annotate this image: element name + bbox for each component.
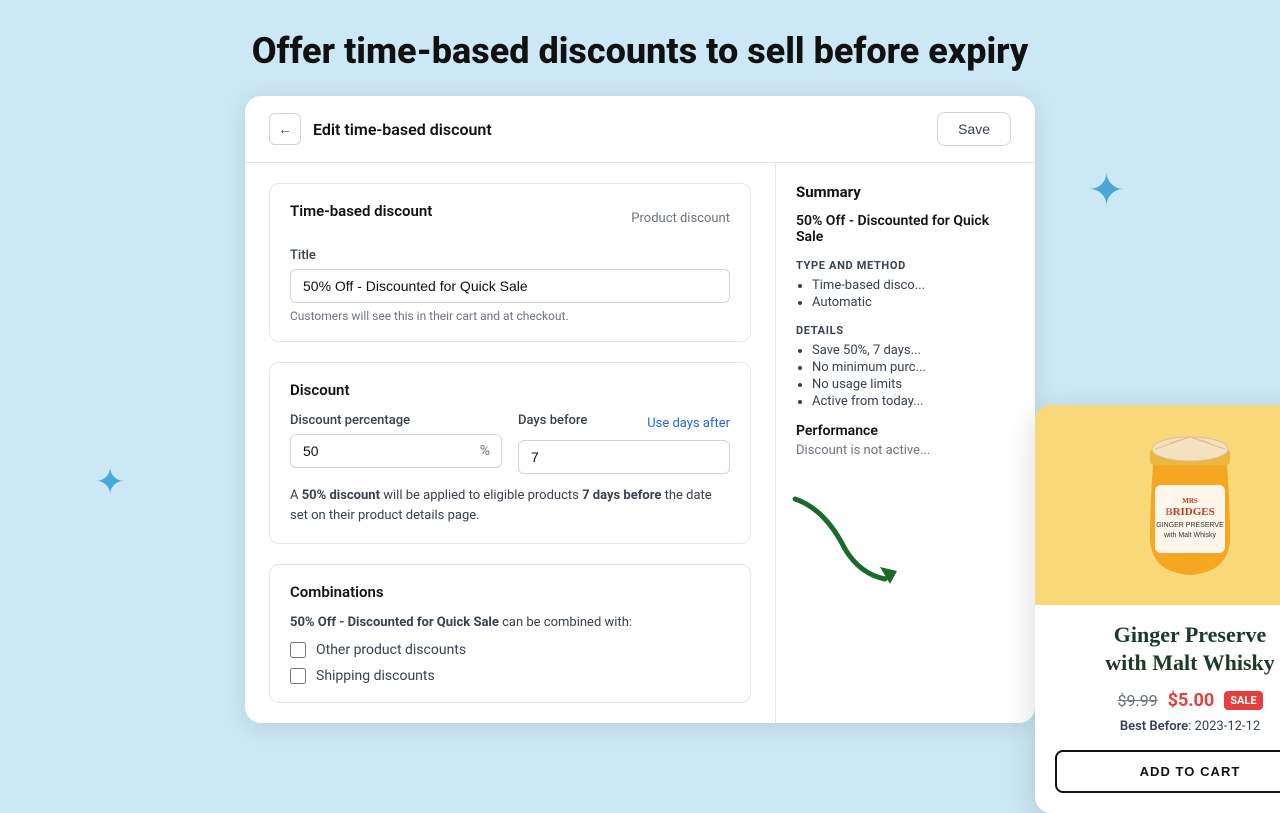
star-decoration-right: ✦ (1088, 168, 1125, 212)
checkbox-other-product: Other product discounts (290, 642, 730, 658)
summary-type-item-1: Automatic (812, 295, 1015, 310)
popup-original-price: $9.99 (1117, 691, 1157, 710)
combinations-desc: 50% Off - Discounted for Quick Sale can … (290, 615, 730, 630)
checkbox-other-product-label: Other product discounts (316, 642, 466, 658)
desc-bold2: 7 days before (582, 488, 661, 503)
star-decoration-left: ✦ (95, 464, 125, 500)
time-based-discount-section: Time-based discount Product discount Tit… (269, 183, 751, 342)
page-heading: Offer time-based discounts to sell befor… (0, 0, 1280, 96)
summary-details-label: DETAILS (796, 324, 1015, 337)
left-panel: Time-based discount Product discount Tit… (245, 163, 775, 723)
card-body: Time-based discount Product discount Tit… (245, 163, 1035, 723)
best-before-date: 2023-12-12 (1195, 719, 1261, 734)
combinations-title: Combinations (290, 583, 730, 601)
back-icon: ← (278, 121, 292, 137)
product-popup: × MRS BRIDGES GINGER PRESERVE wit (1035, 405, 1280, 813)
title-label: Title (290, 248, 730, 263)
popup-image-area: MRS BRIDGES GINGER PRESERVE with Malt Wh… (1035, 405, 1280, 605)
popup-price-row: $9.99 $5.00 SALE (1055, 690, 1280, 711)
combinations-text: can be combined with: (499, 615, 632, 630)
product-discount-label: Product discount (631, 211, 730, 226)
percentage-field: Discount percentage % (290, 413, 502, 474)
percentage-input-wrapper: % (290, 434, 502, 468)
discount-row: Discount percentage % Days before Use da… (290, 413, 730, 474)
desc-a: A (290, 488, 302, 503)
performance-box: Performance Discount is not active... (796, 423, 1015, 458)
card-header: ← Edit time-based discount Save (245, 96, 1035, 163)
best-before-label: Best Before (1120, 719, 1188, 734)
desc-b: will be applied to eligible products (380, 488, 582, 503)
discount-section: Discount Discount percentage % Days befo… (269, 362, 751, 544)
right-panel: Summary 50% Off - Discounted for Quick S… (775, 163, 1035, 723)
days-before-field: Days before Use days after (518, 413, 730, 474)
svg-text:with Malt Whisky: with Malt Whisky (1163, 532, 1217, 539)
percentage-input[interactable] (290, 434, 502, 468)
popup-product-name: Ginger Preservewith Malt Whisky (1055, 621, 1280, 678)
jar-image: MRS BRIDGES GINGER PRESERVE with Malt Wh… (1135, 427, 1245, 582)
checkbox-shipping-input[interactable] (290, 668, 306, 684)
sale-badge: SALE (1224, 691, 1262, 710)
desc-bold1: 50% discount (302, 488, 380, 503)
days-input[interactable] (518, 440, 730, 474)
card-title: Edit time-based discount (313, 120, 492, 139)
summary-details-list: Save 50%, 7 days... No minimum purc... N… (796, 343, 1015, 409)
popup-best-before: Best Before: 2023-12-12 (1055, 719, 1280, 734)
summary-title: Summary (796, 183, 1015, 201)
back-button[interactable]: ← (269, 113, 301, 145)
title-field: Title Customers will see this in their c… (290, 248, 730, 323)
discount-description: A 50% discount will be applied to eligib… (290, 486, 730, 525)
title-hint: Customers will see this in their cart an… (290, 309, 730, 323)
summary-type-method-label: TYPE AND METHOD (796, 259, 1015, 272)
main-card: ← Edit time-based discount Save Time-bas… (245, 96, 1035, 723)
days-before-header: Days before Use days after (518, 413, 730, 434)
percentage-suffix: % (480, 443, 490, 459)
combinations-section: Combinations 50% Off - Discounted for Qu… (269, 564, 751, 703)
save-button[interactable]: Save (937, 112, 1011, 146)
combinations-bold: 50% Off - Discounted for Quick Sale (290, 615, 499, 630)
add-to-cart-button[interactable]: ADD TO CART (1055, 750, 1280, 793)
summary-detail-3: Active from today... (812, 394, 1015, 409)
days-label: Days before (518, 413, 587, 428)
summary-detail-0: Save 50%, 7 days... (812, 343, 1015, 358)
checkbox-shipping: Shipping discounts (290, 668, 730, 684)
summary-type-item-0: Time-based disco... (812, 278, 1015, 293)
svg-text:BRIDGES: BRIDGES (1165, 506, 1215, 518)
svg-text:MRS: MRS (1182, 497, 1198, 505)
title-input[interactable] (290, 269, 730, 303)
popup-sale-price: $5.00 (1168, 690, 1215, 711)
percentage-label: Discount percentage (290, 413, 502, 428)
section-header-row: Time-based discount Product discount (290, 202, 730, 234)
time-based-section-title: Time-based discount (290, 202, 432, 220)
checkbox-other-product-input[interactable] (290, 642, 306, 658)
popup-content: Ginger Preservewith Malt Whisky $9.99 $5… (1035, 605, 1280, 813)
summary-discount-name: 50% Off - Discounted for Quick Sale (796, 213, 1015, 245)
summary-detail-2: No usage limits (812, 377, 1015, 392)
checkbox-shipping-label: Shipping discounts (316, 668, 435, 684)
performance-status: Discount is not active... (796, 443, 1015, 458)
performance-title: Performance (796, 423, 1015, 439)
summary-detail-1: No minimum purc... (812, 360, 1015, 375)
summary-type-list: Time-based disco... Automatic (796, 278, 1015, 310)
use-days-after-link[interactable]: Use days after (647, 416, 730, 431)
discount-section-title: Discount (290, 381, 730, 399)
card-header-left: ← Edit time-based discount (269, 113, 492, 145)
svg-text:GINGER PRESERVE: GINGER PRESERVE (1156, 522, 1224, 529)
